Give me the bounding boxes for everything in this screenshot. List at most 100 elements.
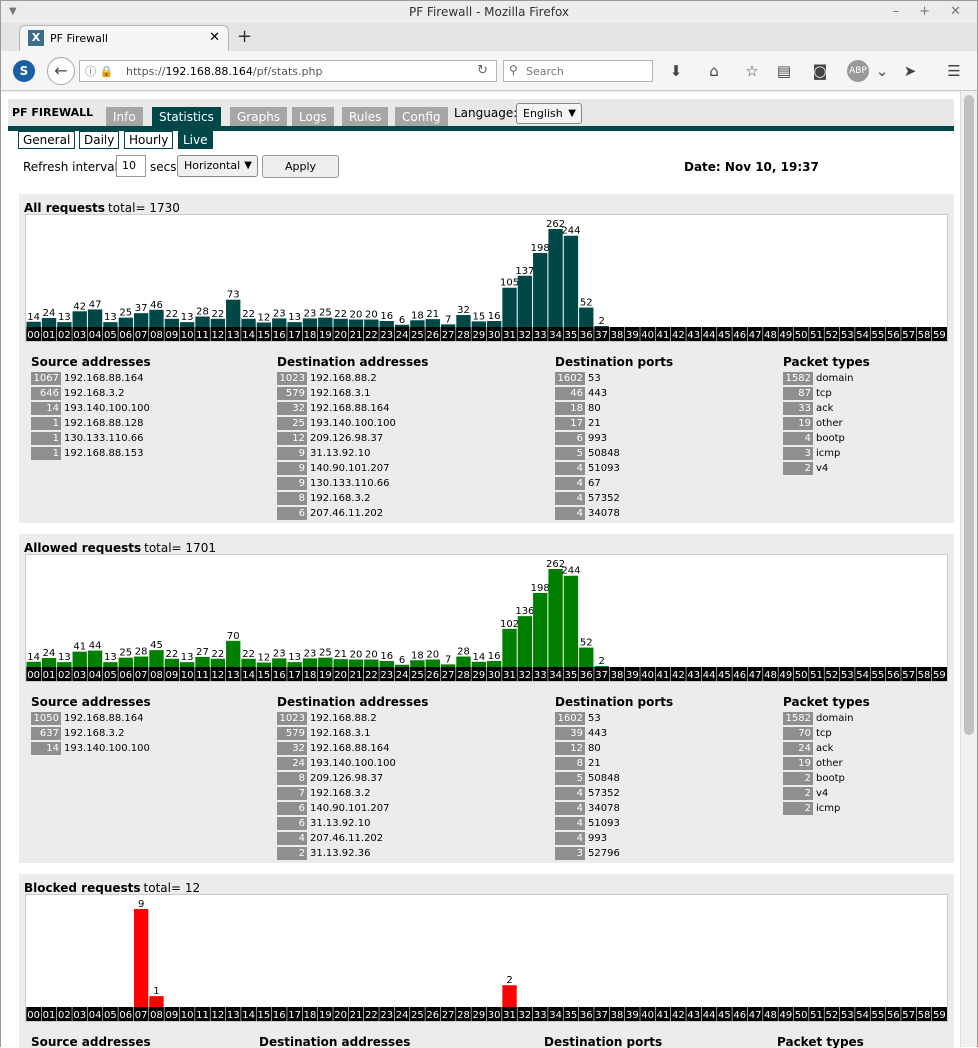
x-tick-label: 35 bbox=[565, 670, 578, 681]
stat-count: 3 bbox=[783, 447, 813, 460]
stat-label: 192.168.88.164 bbox=[64, 373, 144, 384]
chart-bar bbox=[149, 996, 164, 1007]
x-tick-label: 04 bbox=[89, 670, 102, 681]
bar-value-label: 244 bbox=[561, 566, 580, 577]
x-tick-label: 35 bbox=[565, 330, 578, 341]
stat-row: 4 51093 bbox=[555, 816, 673, 831]
tab-logs[interactable]: Logs bbox=[292, 107, 334, 127]
window-menu-icon[interactable]: ▼ bbox=[9, 1, 17, 23]
chart-bar bbox=[164, 318, 179, 327]
x-tick-label: 46 bbox=[733, 1010, 746, 1021]
stat-row: 6 207.46.11.202 bbox=[277, 506, 428, 521]
subtab-daily[interactable]: Daily bbox=[79, 131, 120, 149]
stat-row: 1023 192.168.88.2 bbox=[277, 371, 428, 386]
x-tick-label: 05 bbox=[104, 1010, 117, 1021]
tab-graphs[interactable]: Graphs bbox=[230, 107, 288, 127]
close-tab-icon[interactable]: ✕ bbox=[209, 30, 220, 45]
orientation-select[interactable]: Horizontal ▼ bbox=[177, 155, 258, 177]
chart-bar bbox=[364, 319, 379, 327]
reading-list-icon[interactable]: ▤ bbox=[773, 60, 795, 82]
stat-row: 24 ack bbox=[783, 741, 870, 756]
x-tick-label: 29 bbox=[472, 1010, 485, 1021]
sync-icon[interactable]: S bbox=[13, 60, 35, 82]
back-button[interactable]: ← bbox=[47, 57, 75, 85]
stat-row: 12 80 bbox=[555, 741, 673, 756]
x-tick-label: 49 bbox=[779, 670, 792, 681]
x-tick-label: 34 bbox=[549, 330, 562, 341]
stat-label: 192.168.88.153 bbox=[64, 448, 144, 459]
browser-tab[interactable]: X PF Firewall ✕ bbox=[19, 25, 229, 51]
stat-row: 4 34078 bbox=[555, 801, 673, 816]
scrollbar-thumb[interactable] bbox=[964, 95, 974, 735]
chart-bar bbox=[517, 275, 533, 327]
vertical-scrollbar[interactable] bbox=[960, 91, 977, 1047]
stats-column: Packet types bbox=[777, 1035, 864, 1048]
x-tick-label: 30 bbox=[488, 1010, 501, 1021]
language-select[interactable]: English ▼ bbox=[516, 103, 582, 124]
download-icon[interactable]: ⬇ bbox=[665, 60, 687, 82]
apply-button[interactable]: Apply bbox=[262, 155, 339, 178]
bar-value-label: 13 bbox=[181, 652, 194, 663]
stat-count: 1023 bbox=[277, 372, 307, 385]
bookmark-star-icon[interactable]: ☆ bbox=[741, 60, 763, 82]
bar-chart-svg: 0014012402130341044405130625072808450922… bbox=[26, 559, 947, 681]
chevron-down-icon[interactable]: ⌄ bbox=[871, 60, 893, 82]
x-tick-label: 08 bbox=[150, 1010, 163, 1021]
send-icon[interactable]: ➤ bbox=[899, 60, 921, 82]
subtab-live[interactable]: Live bbox=[178, 131, 213, 149]
chart-bar bbox=[241, 318, 256, 327]
tab-statistics[interactable]: Statistics bbox=[152, 107, 221, 127]
bar-value-label: 22 bbox=[334, 309, 347, 320]
stat-row: 18 80 bbox=[555, 401, 673, 416]
pf-favicon-icon: X bbox=[28, 30, 44, 46]
bar-value-label: 12 bbox=[258, 653, 271, 664]
stat-row: 2 v4 bbox=[783, 786, 870, 801]
new-tab-icon[interactable]: + bbox=[237, 26, 252, 47]
x-tick-label: 16 bbox=[273, 1010, 286, 1021]
stat-row: 579 192.168.3.1 bbox=[277, 726, 428, 741]
bar-value-label: 13 bbox=[104, 652, 117, 663]
x-tick-label: 43 bbox=[687, 1010, 700, 1021]
x-tick-label: 19 bbox=[319, 670, 332, 681]
bar-value-label: 22 bbox=[212, 309, 225, 320]
tab-config[interactable]: Config bbox=[395, 107, 448, 127]
stat-count: 1 bbox=[31, 432, 61, 445]
site-info-icon[interactable]: ⓘ 🔒 bbox=[85, 63, 113, 79]
bar-chart-svg: 0014012402130342044705130625073708460922… bbox=[26, 219, 947, 341]
refresh-interval-label: Refresh interval: bbox=[23, 160, 122, 174]
pocket-icon[interactable]: ◙ bbox=[809, 60, 831, 82]
bar-value-label: 14 bbox=[472, 652, 485, 663]
window-controls[interactable]: – + ✕ bbox=[892, 1, 969, 23]
home-icon[interactable]: ⌂ bbox=[703, 60, 725, 82]
stat-row: 46 443 bbox=[555, 386, 673, 401]
requests-chart: 00 14 01 24 02 13 03 42 04 47 05 13 06 25 07 37 08 46 09 22… bbox=[25, 214, 948, 342]
reload-icon[interactable]: ↻ bbox=[477, 63, 488, 78]
subtab-general[interactable]: General bbox=[18, 131, 76, 149]
requests-chart: 00 14 01 24 02 13 03 41 04 44 05 13 06 25 07 28 08 45 09 22… bbox=[25, 554, 948, 682]
tab-rules[interactable]: Rules bbox=[342, 107, 389, 127]
x-tick-label: 40 bbox=[641, 670, 654, 681]
stat-row: 1 192.168.88.153 bbox=[31, 446, 151, 461]
stats-column: Destination addresses 1023 192.168.88.2 579… bbox=[277, 695, 428, 861]
stat-label: 993 bbox=[588, 833, 608, 844]
stat-label: other bbox=[816, 418, 843, 429]
chart-bar bbox=[425, 319, 440, 327]
x-tick-label: 19 bbox=[319, 1010, 332, 1021]
subtab-hourly[interactable]: Hourly bbox=[124, 131, 174, 149]
section-panel: Allowed requests total= 1701 00 14 01 24 02 13 0… bbox=[19, 534, 954, 863]
stat-label: 34078 bbox=[588, 803, 620, 814]
adblock-icon[interactable]: ABP bbox=[847, 60, 869, 82]
refresh-interval-input[interactable]: 10 bbox=[116, 155, 146, 177]
search-bar[interactable]: ⚲ Search bbox=[503, 60, 653, 82]
x-tick-label: 34 bbox=[549, 1010, 562, 1021]
bar-value-label: 2 bbox=[506, 975, 512, 986]
stat-row: 1050 192.168.88.164 bbox=[31, 711, 151, 726]
hamburger-menu-icon[interactable]: ☰ bbox=[943, 60, 965, 82]
x-tick-label: 49 bbox=[779, 330, 792, 341]
tab-info[interactable]: Info bbox=[106, 107, 143, 127]
x-tick-label: 22 bbox=[365, 1010, 378, 1021]
url-bar[interactable]: ⓘ 🔒 https://192.168.88.164/pf/stats.php … bbox=[79, 60, 497, 82]
chart-bar bbox=[133, 656, 149, 667]
bar-value-label: 52 bbox=[580, 638, 593, 649]
stat-row: 3 52796 bbox=[555, 846, 673, 861]
